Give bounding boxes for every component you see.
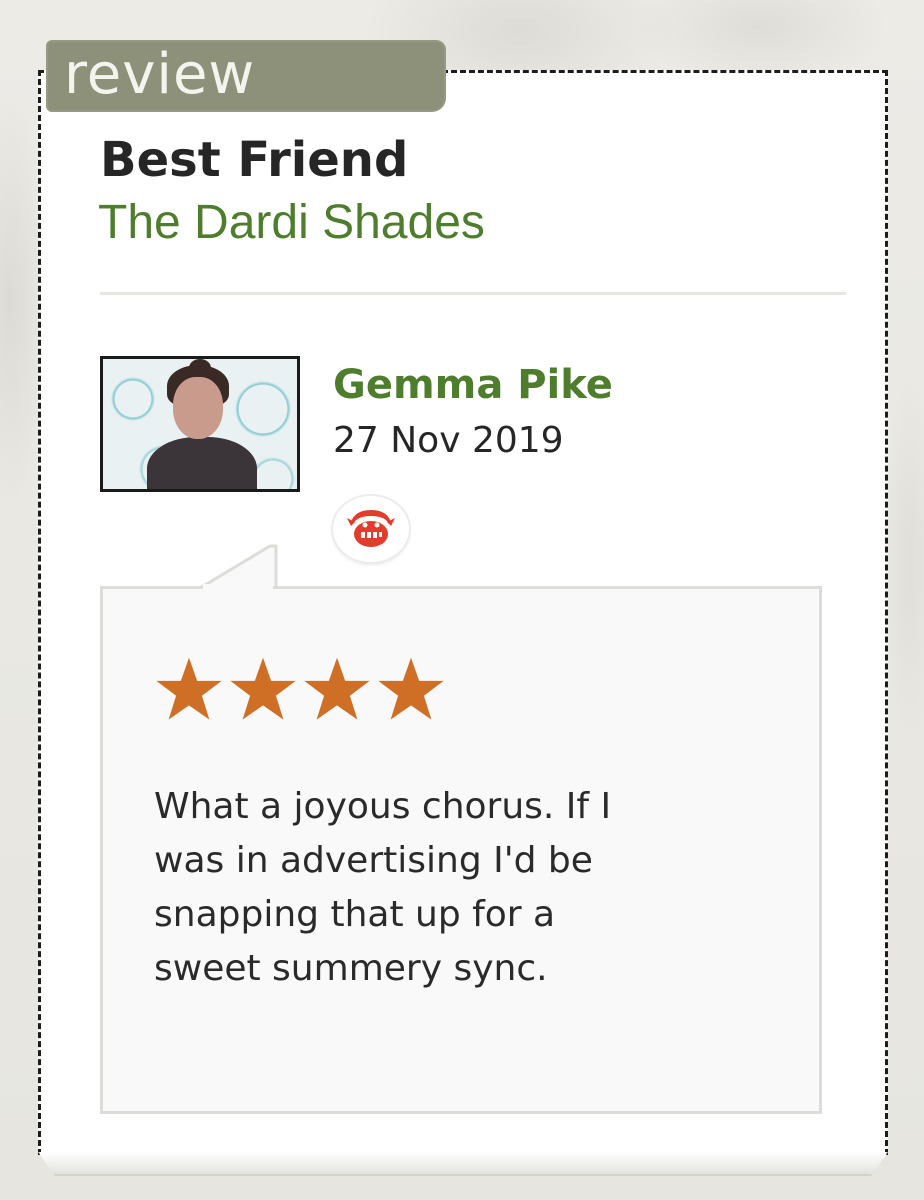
review-text-line: was in advertising I'd be	[154, 840, 593, 881]
star-rating	[155, 655, 445, 723]
avatar-head-shape	[173, 377, 223, 439]
review-text-line: sweet summery sync.	[154, 948, 548, 989]
speech-bubble-tail	[200, 544, 278, 589]
review-text-line: What a joyous chorus. If I	[154, 786, 612, 827]
reviewer-avatar[interactable]	[100, 356, 300, 492]
review-text: What a joyous chorus. If I was in adverti…	[154, 780, 774, 996]
star-icon	[230, 657, 296, 720]
avatar-hair-bun-shape	[189, 359, 211, 377]
avatar-body-shape	[147, 437, 257, 489]
reviewer-name[interactable]: Gemma Pike	[333, 362, 613, 408]
divider	[100, 292, 846, 295]
triple-j-logo-icon	[333, 496, 409, 562]
song-title: Best Friend	[100, 132, 409, 188]
review-text-line: snapping that up for a	[154, 894, 556, 935]
review-tab-label: review	[64, 42, 256, 107]
review-date: 27 Nov 2019	[333, 420, 564, 461]
triple-j-logo-svg	[347, 510, 395, 547]
review-tab: review	[46, 40, 446, 112]
bubble-tail-join	[203, 584, 273, 590]
star-icon	[378, 657, 444, 720]
star-icon	[156, 657, 222, 720]
artist-name[interactable]: The Dardi Shades	[98, 195, 485, 250]
star-icon	[304, 657, 370, 720]
review-card-bottom-edge	[38, 1152, 888, 1176]
